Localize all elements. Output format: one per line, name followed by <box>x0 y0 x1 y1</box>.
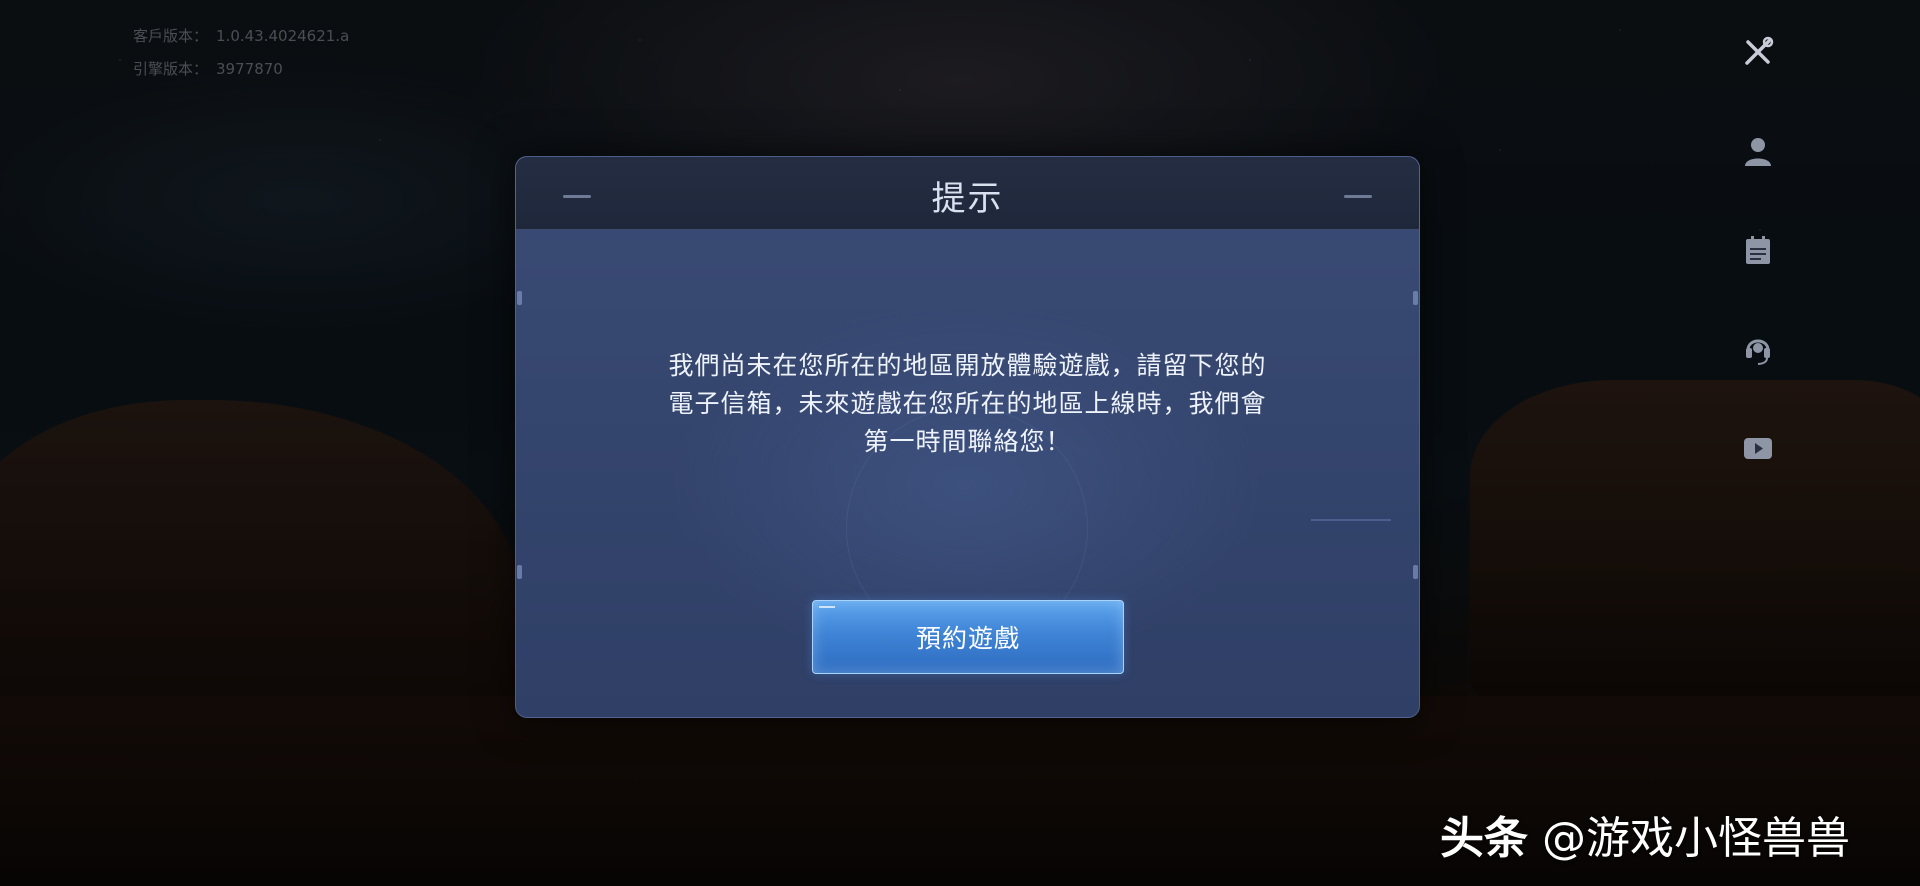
calendar-icon[interactable] <box>1740 232 1776 268</box>
client-version-row: 客戶版本： 1.0.43.4024621.a <box>133 20 349 53</box>
notch-left-bottom <box>517 565 522 579</box>
watermark-brand: 头条 <box>1440 813 1528 864</box>
reserve-game-button[interactable]: 預約遊戲 <box>812 600 1124 674</box>
message-line-1: 我們尚未在您所在的地區開放體驗遊戲，請留下您的 <box>668 351 1267 380</box>
headset-icon[interactable] <box>1740 331 1776 367</box>
line-decoration <box>1311 519 1391 521</box>
dialog-title: 提示 <box>931 179 1004 219</box>
dialog-header: 提示 <box>516 157 1419 230</box>
profile-icon[interactable] <box>1740 133 1776 169</box>
engine-version-label: 引擎版本： <box>133 60 209 78</box>
version-info: 客戶版本： 1.0.43.4024621.a 引擎版本： 3977870 <box>133 20 349 86</box>
engine-version-row: 引擎版本： 3977870 <box>133 53 349 86</box>
notch-right-bottom <box>1413 565 1418 579</box>
client-version-value: 1.0.43.4024621.a <box>216 27 350 45</box>
watermark: 头条 @游戏小怪兽兽 <box>1440 802 1850 866</box>
notch-right-top <box>1413 291 1418 305</box>
client-version-label: 客戶版本： <box>133 27 209 45</box>
watermark-handle: @游戏小怪兽兽 <box>1542 813 1850 864</box>
tools-icon[interactable] <box>1740 34 1776 70</box>
notice-dialog: 提示 我們尚未在您所在的地區開放體驗遊戲，請留下您的 電子信箱，未來遊戲在您所在… <box>515 156 1420 718</box>
message-line-2: 電子信箱，未來遊戲在您所在的地區上線時，我們會 <box>668 389 1267 418</box>
message-line-3: 第一時間聯絡您！ <box>863 427 1072 456</box>
engine-version-value: 3977870 <box>216 60 283 78</box>
notch-left-top <box>517 291 522 305</box>
video-icon[interactable] <box>1740 430 1776 466</box>
dialog-message: 我們尚未在您所在的地區開放體驗遊戲，請留下您的 電子信箱，未來遊戲在您所在的地區… <box>576 347 1359 461</box>
header-dash-right <box>1344 195 1372 198</box>
